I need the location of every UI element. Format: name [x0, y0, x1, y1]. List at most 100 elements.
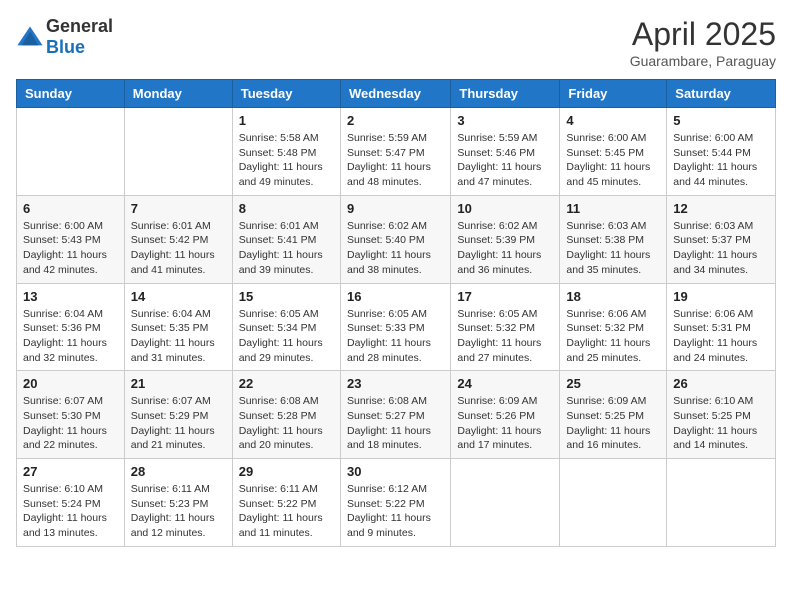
day-number: 29	[239, 464, 334, 479]
logo-icon	[16, 23, 44, 51]
day-number: 26	[673, 376, 769, 391]
day-info: Sunrise: 6:08 AM Sunset: 5:28 PM Dayligh…	[239, 394, 334, 453]
day-number: 28	[131, 464, 226, 479]
day-info: Sunrise: 6:00 AM Sunset: 5:45 PM Dayligh…	[566, 131, 660, 190]
day-info: Sunrise: 5:58 AM Sunset: 5:48 PM Dayligh…	[239, 131, 334, 190]
calendar-week-row: 6 Sunrise: 6:00 AM Sunset: 5:43 PM Daylig…	[17, 195, 776, 283]
location-subtitle: Guarambare, Paraguay	[630, 53, 776, 69]
day-number: 16	[347, 289, 444, 304]
day-number: 25	[566, 376, 660, 391]
calendar-cell: 11 Sunrise: 6:03 AM Sunset: 5:38 PM Dayli…	[560, 195, 667, 283]
calendar-cell: 25Sunrise: 6:09 AM Sunset: 5:25 PM Dayli…	[560, 371, 667, 459]
calendar-cell: 24Sunrise: 6:09 AM Sunset: 5:26 PM Dayli…	[451, 371, 560, 459]
calendar-cell: 12Sunrise: 6:03 AM Sunset: 5:37 PM Dayli…	[667, 195, 776, 283]
calendar-cell: 10 Sunrise: 6:02 AM Sunset: 5:39 PM Dayli…	[451, 195, 560, 283]
day-info: Sunrise: 6:01 AM Sunset: 5:41 PM Dayligh…	[239, 219, 334, 278]
day-info: Sunrise: 6:02 AM Sunset: 5:39 PM Dayligh…	[457, 219, 553, 278]
calendar-cell: 16 Sunrise: 6:05 AM Sunset: 5:33 PM Dayli…	[340, 283, 450, 371]
day-number: 22	[239, 376, 334, 391]
calendar-cell: 4 Sunrise: 6:00 AM Sunset: 5:45 PM Daylig…	[560, 108, 667, 196]
weekday-header: Saturday	[667, 80, 776, 108]
day-info: Sunrise: 6:07 AM Sunset: 5:29 PM Dayligh…	[131, 394, 226, 453]
day-info: Sunrise: 6:10 AM Sunset: 5:25 PM Dayligh…	[673, 394, 769, 453]
day-number: 1	[239, 113, 334, 128]
day-info: Sunrise: 6:10 AM Sunset: 5:24 PM Dayligh…	[23, 482, 118, 541]
day-info: Sunrise: 6:00 AM Sunset: 5:43 PM Dayligh…	[23, 219, 118, 278]
day-info: Sunrise: 6:09 AM Sunset: 5:26 PM Dayligh…	[457, 394, 553, 453]
day-info: Sunrise: 5:59 AM Sunset: 5:47 PM Dayligh…	[347, 131, 444, 190]
calendar-cell: 19Sunrise: 6:06 AM Sunset: 5:31 PM Dayli…	[667, 283, 776, 371]
day-info: Sunrise: 6:11 AM Sunset: 5:22 PM Dayligh…	[239, 482, 334, 541]
calendar-cell: 22 Sunrise: 6:08 AM Sunset: 5:28 PM Dayli…	[232, 371, 340, 459]
weekday-header: Wednesday	[340, 80, 450, 108]
calendar-cell: 26 Sunrise: 6:10 AM Sunset: 5:25 PM Dayli…	[667, 371, 776, 459]
calendar-cell: 18 Sunrise: 6:06 AM Sunset: 5:32 PM Dayli…	[560, 283, 667, 371]
day-info: Sunrise: 6:04 AM Sunset: 5:35 PM Dayligh…	[131, 307, 226, 366]
day-info: Sunrise: 6:08 AM Sunset: 5:27 PM Dayligh…	[347, 394, 444, 453]
calendar-cell	[124, 108, 232, 196]
day-info: Sunrise: 5:59 AM Sunset: 5:46 PM Dayligh…	[457, 131, 553, 190]
calendar-cell: 3 Sunrise: 5:59 AM Sunset: 5:46 PM Daylig…	[451, 108, 560, 196]
calendar-cell: 15 Sunrise: 6:05 AM Sunset: 5:34 PM Dayli…	[232, 283, 340, 371]
calendar-week-row: 1 Sunrise: 5:58 AM Sunset: 5:48 PM Daylig…	[17, 108, 776, 196]
day-number: 18	[566, 289, 660, 304]
calendar-cell: 28Sunrise: 6:11 AM Sunset: 5:23 PM Dayli…	[124, 459, 232, 547]
day-number: 7	[131, 201, 226, 216]
day-info: Sunrise: 6:05 AM Sunset: 5:34 PM Dayligh…	[239, 307, 334, 366]
weekday-header: Monday	[124, 80, 232, 108]
day-info: Sunrise: 6:03 AM Sunset: 5:38 PM Dayligh…	[566, 219, 660, 278]
logo-general-text: General	[46, 16, 113, 36]
logo-blue-text: Blue	[46, 37, 85, 57]
day-number: 6	[23, 201, 118, 216]
calendar-cell: 8Sunrise: 6:01 AM Sunset: 5:41 PM Daylig…	[232, 195, 340, 283]
calendar-cell: 13 Sunrise: 6:04 AM Sunset: 5:36 PM Dayli…	[17, 283, 125, 371]
day-number: 5	[673, 113, 769, 128]
day-number: 17	[457, 289, 553, 304]
calendar-cell: 1 Sunrise: 5:58 AM Sunset: 5:48 PM Daylig…	[232, 108, 340, 196]
logo: General Blue	[16, 16, 113, 58]
page-header: General Blue April 2025 Guarambare, Para…	[16, 16, 776, 69]
day-info: Sunrise: 6:06 AM Sunset: 5:32 PM Dayligh…	[566, 307, 660, 366]
day-number: 4	[566, 113, 660, 128]
day-info: Sunrise: 6:04 AM Sunset: 5:36 PM Dayligh…	[23, 307, 118, 366]
day-number: 13	[23, 289, 118, 304]
calendar-cell	[560, 459, 667, 547]
day-number: 10	[457, 201, 553, 216]
weekday-header: Friday	[560, 80, 667, 108]
calendar-cell: 5Sunrise: 6:00 AM Sunset: 5:44 PM Daylig…	[667, 108, 776, 196]
day-number: 11	[566, 201, 660, 216]
weekday-header: Thursday	[451, 80, 560, 108]
calendar-cell	[451, 459, 560, 547]
calendar-cell: 9Sunrise: 6:02 AM Sunset: 5:40 PM Daylig…	[340, 195, 450, 283]
day-number: 30	[347, 464, 444, 479]
day-number: 21	[131, 376, 226, 391]
day-number: 14	[131, 289, 226, 304]
calendar-cell: 29 Sunrise: 6:11 AM Sunset: 5:22 PM Dayli…	[232, 459, 340, 547]
calendar-cell: 23Sunrise: 6:08 AM Sunset: 5:27 PM Dayli…	[340, 371, 450, 459]
day-info: Sunrise: 6:03 AM Sunset: 5:37 PM Dayligh…	[673, 219, 769, 278]
calendar-cell: 17 Sunrise: 6:05 AM Sunset: 5:32 PM Dayli…	[451, 283, 560, 371]
day-number: 19	[673, 289, 769, 304]
calendar-cell: 21 Sunrise: 6:07 AM Sunset: 5:29 PM Dayli…	[124, 371, 232, 459]
calendar-cell: 14 Sunrise: 6:04 AM Sunset: 5:35 PM Dayli…	[124, 283, 232, 371]
month-title: April 2025	[630, 16, 776, 53]
day-number: 3	[457, 113, 553, 128]
title-area: April 2025 Guarambare, Paraguay	[630, 16, 776, 69]
calendar-cell: 2 Sunrise: 5:59 AM Sunset: 5:47 PM Daylig…	[340, 108, 450, 196]
day-number: 15	[239, 289, 334, 304]
calendar-cell	[667, 459, 776, 547]
calendar-cell: 6 Sunrise: 6:00 AM Sunset: 5:43 PM Daylig…	[17, 195, 125, 283]
day-number: 9	[347, 201, 444, 216]
day-number: 27	[23, 464, 118, 479]
day-info: Sunrise: 6:01 AM Sunset: 5:42 PM Dayligh…	[131, 219, 226, 278]
weekday-header: Tuesday	[232, 80, 340, 108]
calendar-cell: 7 Sunrise: 6:01 AM Sunset: 5:42 PM Daylig…	[124, 195, 232, 283]
calendar-cell: 27 Sunrise: 6:10 AM Sunset: 5:24 PM Dayli…	[17, 459, 125, 547]
day-info: Sunrise: 6:05 AM Sunset: 5:33 PM Dayligh…	[347, 307, 444, 366]
day-number: 20	[23, 376, 118, 391]
calendar-cell	[17, 108, 125, 196]
day-info: Sunrise: 6:07 AM Sunset: 5:30 PM Dayligh…	[23, 394, 118, 453]
day-info: Sunrise: 6:05 AM Sunset: 5:32 PM Dayligh…	[457, 307, 553, 366]
calendar-week-row: 27 Sunrise: 6:10 AM Sunset: 5:24 PM Dayli…	[17, 459, 776, 547]
day-number: 2	[347, 113, 444, 128]
